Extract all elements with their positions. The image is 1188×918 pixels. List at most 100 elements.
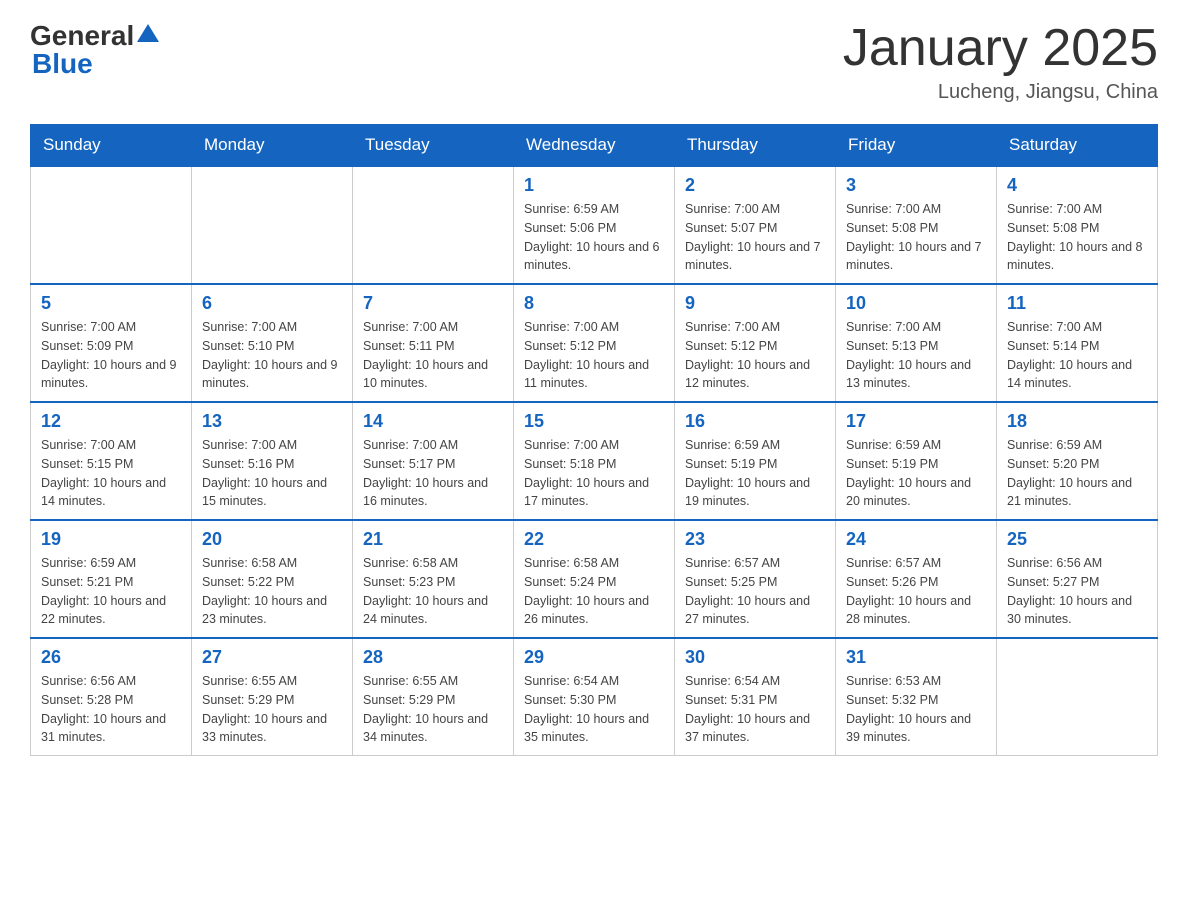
day-info: Sunrise: 7:00 AMSunset: 5:08 PMDaylight:…	[1007, 200, 1147, 275]
day-number: 9	[685, 293, 825, 314]
page-header: General Blue January 2025 Lucheng, Jiang…	[30, 20, 1158, 104]
day-number: 28	[363, 647, 503, 668]
day-number: 19	[41, 529, 181, 550]
day-number: 7	[363, 293, 503, 314]
calendar-week-row: 26 Sunrise: 6:56 AMSunset: 5:28 PMDayligh…	[31, 638, 1158, 756]
calendar-cell: 25Sunrise: 6:56 AMSunset: 5:27 PMDayligh…	[997, 520, 1158, 638]
day-number: 16	[685, 411, 825, 432]
day-info: Sunrise: 6:59 AMSunset: 5:20 PMDaylight:…	[1007, 436, 1147, 511]
calendar-cell	[997, 638, 1158, 756]
day-info: Sunrise: 6:59 AMSunset: 5:06 PMDaylight:…	[524, 200, 664, 275]
day-number: 22	[524, 529, 664, 550]
day-number: 24	[846, 529, 986, 550]
day-info: Sunrise: 6:56 AMSunset: 5:28 PMDaylight:…	[41, 672, 181, 747]
day-info: Sunrise: 6:58 AMSunset: 5:24 PMDaylight:…	[524, 554, 664, 629]
calendar-cell: 1 Sunrise: 6:59 AMSunset: 5:06 PMDaylight…	[514, 166, 675, 284]
day-info: Sunrise: 7:00 AMSunset: 5:07 PMDaylight:…	[685, 200, 825, 275]
day-info: Sunrise: 6:58 AMSunset: 5:23 PMDaylight:…	[363, 554, 503, 629]
day-info: Sunrise: 7:00 AMSunset: 5:15 PMDaylight:…	[41, 436, 181, 511]
weekday-header: Monday	[192, 125, 353, 167]
weekday-header: Wednesday	[514, 125, 675, 167]
weekday-header: Sunday	[31, 125, 192, 167]
day-info: Sunrise: 6:59 AMSunset: 5:19 PMDaylight:…	[846, 436, 986, 511]
day-number: 4	[1007, 175, 1147, 196]
day-number: 31	[846, 647, 986, 668]
calendar-cell: 20 Sunrise: 6:58 AMSunset: 5:22 PMDayligh…	[192, 520, 353, 638]
calendar-cell: 31 Sunrise: 6:53 AMSunset: 5:32 PMDayligh…	[836, 638, 997, 756]
calendar-cell: 4 Sunrise: 7:00 AMSunset: 5:08 PMDaylight…	[997, 166, 1158, 284]
day-info: Sunrise: 7:00 AMSunset: 5:12 PMDaylight:…	[685, 318, 825, 393]
calendar-cell	[192, 166, 353, 284]
day-number: 10	[846, 293, 986, 314]
day-info: Sunrise: 7:00 AMSunset: 5:18 PMDaylight:…	[524, 436, 664, 511]
calendar-cell: 23 Sunrise: 6:57 AMSunset: 5:25 PMDayligh…	[675, 520, 836, 638]
calendar-cell: 14 Sunrise: 7:00 AMSunset: 5:17 PMDayligh…	[353, 402, 514, 520]
logo-blue-text: Blue	[32, 48, 93, 79]
day-number: 20	[202, 529, 342, 550]
calendar-cell: 9 Sunrise: 7:00 AMSunset: 5:12 PMDaylight…	[675, 284, 836, 402]
calendar-cell: 3 Sunrise: 7:00 AMSunset: 5:08 PMDaylight…	[836, 166, 997, 284]
day-number: 27	[202, 647, 342, 668]
calendar-cell: 26 Sunrise: 6:56 AMSunset: 5:28 PMDayligh…	[31, 638, 192, 756]
calendar-cell: 19 Sunrise: 6:59 AMSunset: 5:21 PMDayligh…	[31, 520, 192, 638]
day-info: Sunrise: 7:00 AMSunset: 5:17 PMDaylight:…	[363, 436, 503, 511]
day-info: Sunrise: 7:00 AMSunset: 5:16 PMDaylight:…	[202, 436, 342, 511]
weekday-header: Tuesday	[353, 125, 514, 167]
calendar-cell: 30Sunrise: 6:54 AMSunset: 5:31 PMDayligh…	[675, 638, 836, 756]
calendar-cell: 27 Sunrise: 6:55 AMSunset: 5:29 PMDayligh…	[192, 638, 353, 756]
calendar-week-row: 12 Sunrise: 7:00 AMSunset: 5:15 PMDayligh…	[31, 402, 1158, 520]
calendar-cell: 22 Sunrise: 6:58 AMSunset: 5:24 PMDayligh…	[514, 520, 675, 638]
day-info: Sunrise: 7:00 AMSunset: 5:08 PMDaylight:…	[846, 200, 986, 275]
calendar-cell: 7Sunrise: 7:00 AMSunset: 5:11 PMDaylight…	[353, 284, 514, 402]
day-number: 26	[41, 647, 181, 668]
day-number: 15	[524, 411, 664, 432]
calendar-cell: 2 Sunrise: 7:00 AMSunset: 5:07 PMDaylight…	[675, 166, 836, 284]
calendar-cell: 16 Sunrise: 6:59 AMSunset: 5:19 PMDayligh…	[675, 402, 836, 520]
day-number: 23	[685, 529, 825, 550]
logo-triangle-icon	[137, 22, 159, 44]
calendar-table: SundayMondayTuesdayWednesdayThursdayFrid…	[30, 124, 1158, 756]
day-info: Sunrise: 6:54 AMSunset: 5:30 PMDaylight:…	[524, 672, 664, 747]
calendar-cell	[353, 166, 514, 284]
calendar-cell: 15 Sunrise: 7:00 AMSunset: 5:18 PMDayligh…	[514, 402, 675, 520]
calendar-week-row: 1 Sunrise: 6:59 AMSunset: 5:06 PMDaylight…	[31, 166, 1158, 284]
day-number: 5	[41, 293, 181, 314]
day-number: 3	[846, 175, 986, 196]
calendar-cell: 17Sunrise: 6:59 AMSunset: 5:19 PMDayligh…	[836, 402, 997, 520]
day-info: Sunrise: 6:59 AMSunset: 5:21 PMDaylight:…	[41, 554, 181, 629]
day-info: Sunrise: 6:54 AMSunset: 5:31 PMDaylight:…	[685, 672, 825, 747]
day-info: Sunrise: 7:00 AMSunset: 5:09 PMDaylight:…	[41, 318, 181, 393]
day-number: 12	[41, 411, 181, 432]
calendar-week-row: 19 Sunrise: 6:59 AMSunset: 5:21 PMDayligh…	[31, 520, 1158, 638]
day-info: Sunrise: 7:00 AMSunset: 5:12 PMDaylight:…	[524, 318, 664, 393]
weekday-header: Saturday	[997, 125, 1158, 167]
day-info: Sunrise: 6:55 AMSunset: 5:29 PMDaylight:…	[363, 672, 503, 747]
calendar-header-row: SundayMondayTuesdayWednesdayThursdayFrid…	[31, 125, 1158, 167]
day-number: 8	[524, 293, 664, 314]
day-number: 13	[202, 411, 342, 432]
day-info: Sunrise: 6:58 AMSunset: 5:22 PMDaylight:…	[202, 554, 342, 629]
calendar-week-row: 5 Sunrise: 7:00 AMSunset: 5:09 PMDaylight…	[31, 284, 1158, 402]
day-info: Sunrise: 6:56 AMSunset: 5:27 PMDaylight:…	[1007, 554, 1147, 629]
day-info: Sunrise: 6:57 AMSunset: 5:25 PMDaylight:…	[685, 554, 825, 629]
calendar-cell: 13 Sunrise: 7:00 AMSunset: 5:16 PMDayligh…	[192, 402, 353, 520]
calendar-cell: 6Sunrise: 7:00 AMSunset: 5:10 PMDaylight…	[192, 284, 353, 402]
day-number: 18	[1007, 411, 1147, 432]
calendar-cell	[31, 166, 192, 284]
day-info: Sunrise: 6:55 AMSunset: 5:29 PMDaylight:…	[202, 672, 342, 747]
day-number: 2	[685, 175, 825, 196]
calendar-cell: 10 Sunrise: 7:00 AMSunset: 5:13 PMDayligh…	[836, 284, 997, 402]
day-number: 14	[363, 411, 503, 432]
day-info: Sunrise: 6:53 AMSunset: 5:32 PMDaylight:…	[846, 672, 986, 747]
day-info: Sunrise: 7:00 AMSunset: 5:13 PMDaylight:…	[846, 318, 986, 393]
calendar-cell: 29 Sunrise: 6:54 AMSunset: 5:30 PMDayligh…	[514, 638, 675, 756]
day-number: 29	[524, 647, 664, 668]
day-number: 1	[524, 175, 664, 196]
weekday-header: Friday	[836, 125, 997, 167]
title-section: January 2025 Lucheng, Jiangsu, China	[843, 20, 1158, 104]
logo: General Blue	[30, 20, 159, 80]
calendar-cell: 21Sunrise: 6:58 AMSunset: 5:23 PMDayligh…	[353, 520, 514, 638]
day-info: Sunrise: 6:59 AMSunset: 5:19 PMDaylight:…	[685, 436, 825, 511]
calendar-cell: 12 Sunrise: 7:00 AMSunset: 5:15 PMDayligh…	[31, 402, 192, 520]
calendar-cell: 18 Sunrise: 6:59 AMSunset: 5:20 PMDayligh…	[997, 402, 1158, 520]
